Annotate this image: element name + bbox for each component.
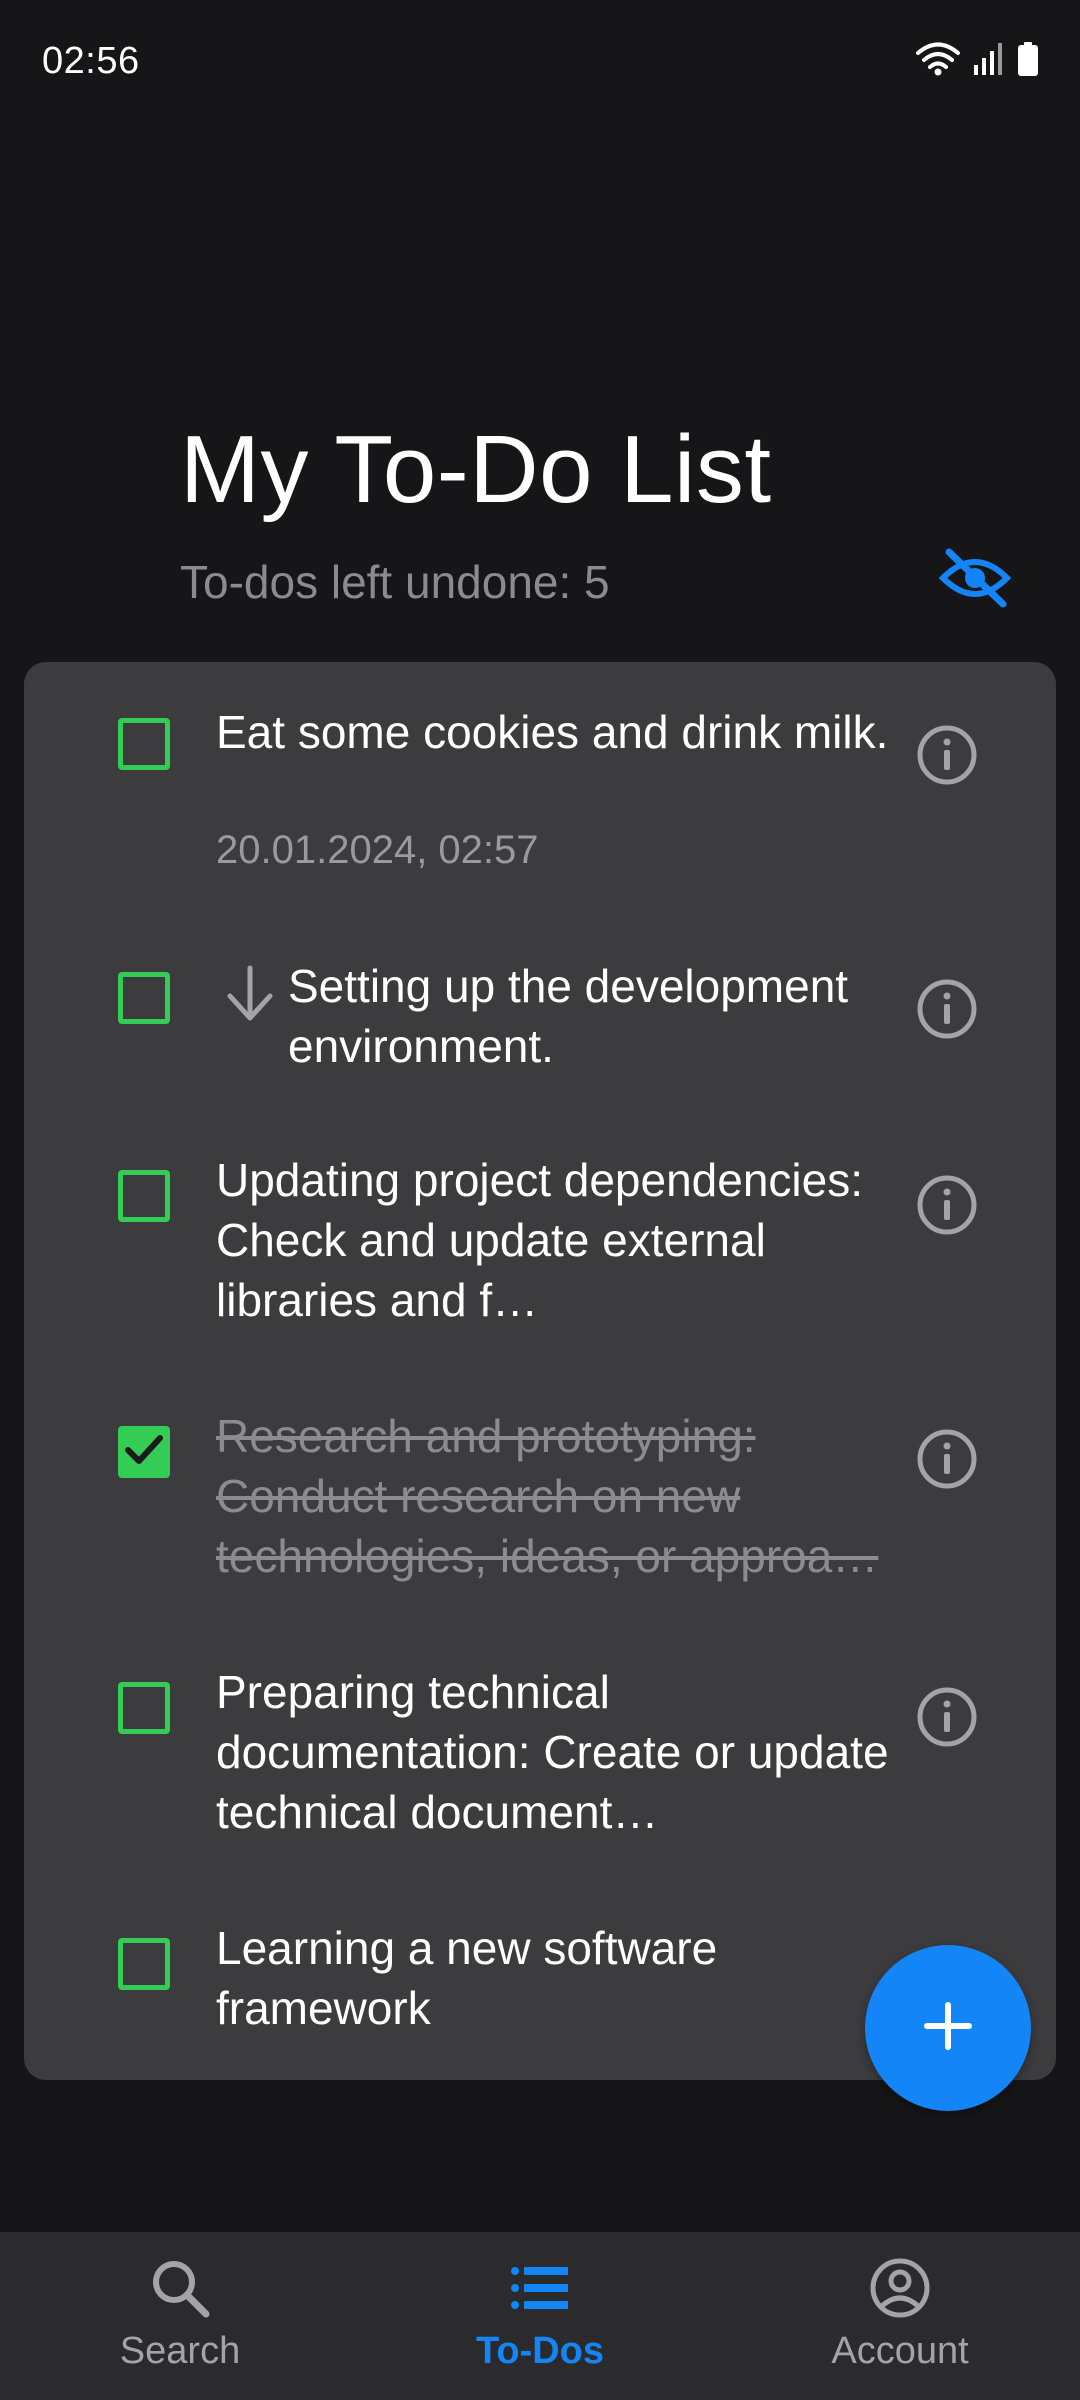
visibility-toggle-button[interactable] bbox=[935, 545, 1015, 615]
cellular-signal-icon bbox=[974, 43, 1004, 80]
nav-item-todos[interactable]: To-Dos bbox=[360, 2232, 720, 2400]
info-button[interactable] bbox=[914, 1428, 980, 1494]
todo-checkbox[interactable] bbox=[118, 1938, 170, 1990]
checkmark-icon bbox=[124, 1433, 164, 1472]
todo-text: Learning a new software framework bbox=[216, 1922, 718, 2034]
info-icon bbox=[916, 1686, 978, 1753]
nav-label: Search bbox=[119, 2330, 241, 2372]
todo-checkbox[interactable] bbox=[118, 718, 170, 770]
info-icon bbox=[916, 978, 978, 1045]
todo-text: Research and prototyping: Conduct resear… bbox=[216, 1410, 879, 1582]
todo-list-card: Eat some cookies and drink milk. 20.01.2… bbox=[24, 662, 1056, 2080]
todo-text: Eat some cookies and drink milk. bbox=[216, 706, 889, 758]
info-button[interactable] bbox=[914, 978, 980, 1044]
status-bar: 02:56 bbox=[0, 0, 1080, 120]
todo-checkbox-checked[interactable] bbox=[118, 1426, 170, 1478]
account-icon bbox=[864, 2252, 936, 2324]
bottom-navigation: Search To-Dos Account bbox=[0, 2232, 1080, 2400]
todo-date: 20.01.2024, 02:57 bbox=[216, 828, 539, 872]
search-icon bbox=[144, 2252, 216, 2324]
list-icon bbox=[504, 2252, 576, 2324]
wifi-icon bbox=[916, 42, 960, 81]
info-button[interactable] bbox=[914, 724, 980, 790]
info-icon bbox=[916, 1174, 978, 1241]
nav-item-account[interactable]: Account bbox=[720, 2232, 1080, 2400]
info-icon bbox=[916, 724, 978, 791]
status-icons bbox=[916, 42, 1038, 81]
nav-label: To-Dos bbox=[475, 2330, 605, 2372]
info-button[interactable] bbox=[914, 1686, 980, 1752]
todo-checkbox[interactable] bbox=[118, 972, 170, 1024]
nav-item-search[interactable]: Search bbox=[0, 2232, 360, 2400]
status-time: 02:56 bbox=[42, 40, 140, 82]
todo-text: Preparing technical documentation: Creat… bbox=[216, 1666, 889, 1838]
arrow-down-icon bbox=[220, 956, 280, 1026]
page-title: My To-Do List bbox=[180, 416, 772, 523]
eye-off-icon bbox=[938, 548, 1012, 613]
todo-checkbox[interactable] bbox=[118, 1682, 170, 1734]
undone-count: To-dos left undone: 5 bbox=[180, 556, 610, 608]
todo-text: Updating project dependencies: Check and… bbox=[216, 1154, 864, 1326]
battery-icon bbox=[1018, 42, 1038, 81]
add-todo-button[interactable] bbox=[865, 1945, 1031, 2111]
todo-checkbox[interactable] bbox=[118, 1170, 170, 1222]
nav-label: Account bbox=[831, 2330, 969, 2372]
info-button[interactable] bbox=[914, 1174, 980, 1240]
todo-text: Setting up the development environment. bbox=[288, 960, 849, 1072]
info-icon bbox=[916, 1428, 978, 1495]
plus-icon bbox=[923, 2001, 973, 2056]
